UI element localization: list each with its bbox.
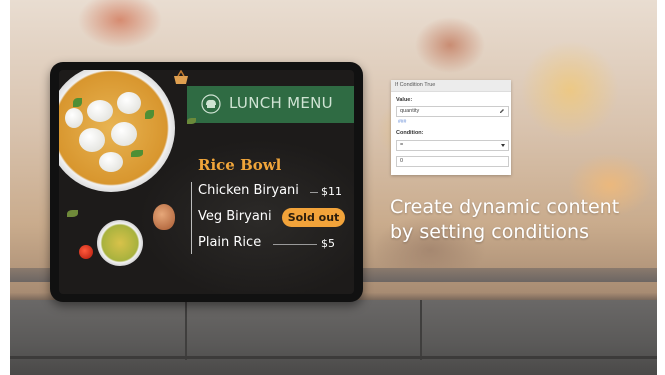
condition-select-value: = [400,142,404,148]
promo-caption: Create dynamic content by setting condit… [390,195,619,245]
left-margin [0,0,10,375]
dumpling [111,122,137,146]
price-leader [310,192,318,193]
condition-value-text: 0 [400,158,404,164]
caption-line: by setting conditions [390,221,589,243]
panel-header: If Condition True [391,80,511,92]
chevron-down-icon [501,144,505,147]
value-input[interactable]: quantity [396,106,509,117]
tablet-device: LUNCH MENU Rice Bowl Chicken Biryani $11… [50,62,363,302]
counter-seam [185,300,187,360]
menu-item-price: $5 [321,237,335,250]
sold-out-badge: Sold out [282,208,345,227]
dumpling [117,92,141,114]
counter-front [10,300,657,375]
variable-link[interactable]: ### [398,119,406,125]
dumpling [79,128,105,152]
price-leader [273,244,317,245]
chef-hat-icon [201,94,221,114]
dumpling [99,152,123,172]
condition-label: Condition: [396,130,424,136]
value-label: Value: [396,97,413,103]
condition-value-input[interactable]: 0 [396,156,509,167]
menu-title: LUNCH MENU [229,94,333,112]
value-input-text: quantity [400,108,420,114]
onion-image [153,204,175,230]
condition-panel: If Condition True Value: quantity ### Co… [391,80,511,175]
pencil-icon[interactable] [499,108,505,114]
tomato-image [79,245,93,259]
herb-leaf [73,98,82,107]
caption-line: Create dynamic content [390,196,620,218]
counter-seam [420,300,422,360]
herb-leaf [187,118,196,124]
dumpling [65,108,83,128]
counter-lip [10,356,657,359]
condition-select[interactable]: = [396,140,509,151]
herb-leaf [67,210,78,217]
menu-item-price: $11 [321,185,342,198]
salad-bowl-image [97,220,143,266]
dumpling [87,100,113,122]
menu-item-name: Chicken Biryani [198,183,299,198]
menu-item-name: Veg Biryani [198,209,272,224]
menu-divider [191,182,192,254]
menu-item-name: Plain Rice [198,235,262,250]
basket-icon [174,70,188,84]
herb-leaf [145,110,154,119]
menu-screen: LUNCH MENU Rice Bowl Chicken Biryani $11… [59,70,354,294]
herb-leaf [131,150,143,157]
section-title: Rice Bowl [198,156,282,174]
